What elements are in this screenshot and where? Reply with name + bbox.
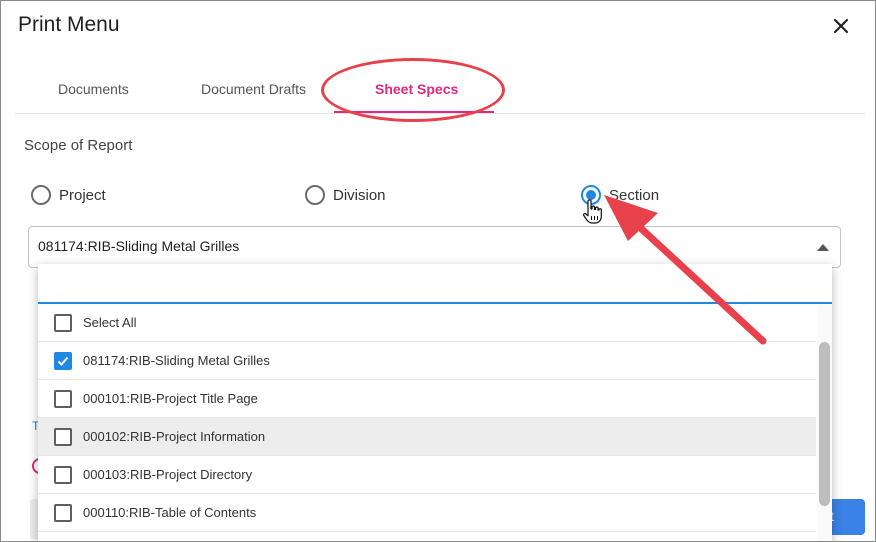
radio-button-icon[interactable] (31, 185, 51, 205)
tab-documents[interactable]: Documents (58, 81, 129, 97)
section-select[interactable]: 081174:RIB-Sliding Metal Grilles (28, 226, 841, 268)
radio-project-label: Project (59, 186, 106, 204)
radio-section-label: Section (609, 186, 660, 204)
list-item-label: 081174:RIB-Sliding Metal Grilles (83, 353, 270, 368)
print-menu-dialog: Print Menu Documents Document Drafts She… (0, 0, 876, 542)
caret-up-icon[interactable] (817, 244, 829, 251)
list-item-label: 000102:RIB-Project Information (83, 429, 266, 444)
section-dropdown-panel: Select All 081174:RIB-Sliding Metal Gril… (38, 264, 832, 541)
checkbox-icon[interactable] (54, 504, 72, 522)
list-item[interactable]: 000110:RIB-Table of Contents (38, 494, 816, 532)
radio-division-label: Division (333, 186, 386, 204)
list-item[interactable]: 000103:RIB-Project Directory (38, 456, 816, 494)
radio-button-icon[interactable] (305, 185, 325, 205)
list-item-label: 000101:RIB-Project Title Page (83, 391, 258, 406)
scope-of-report-label: Scope of Report (24, 137, 133, 154)
checkbox-icon[interactable] (54, 390, 72, 408)
checkbox-icon[interactable] (54, 314, 72, 332)
checkbox-icon[interactable] (54, 428, 72, 446)
hand-pointer-icon (583, 199, 602, 224)
close-button[interactable] (827, 13, 855, 41)
dropdown-search-input[interactable] (38, 266, 832, 304)
annotation-ellipse (321, 58, 505, 122)
checkbox-icon[interactable] (54, 466, 72, 484)
tab-document-drafts[interactable]: Document Drafts (201, 81, 306, 97)
list-item-select-all[interactable]: Select All (38, 304, 816, 342)
list-item-label: 000110:RIB-Table of Contents (83, 505, 257, 520)
list-item[interactable]: 000102:RIB-Project Information (38, 418, 816, 456)
list-item[interactable]: 000101:RIB-Project Title Page (38, 380, 816, 418)
scrollbar-thumb[interactable] (819, 342, 830, 506)
section-select-value: 081174:RIB-Sliding Metal Grilles (38, 238, 240, 254)
dialog-title: Print Menu (18, 13, 120, 36)
radio-division[interactable]: Division (305, 185, 386, 205)
checkbox-checked-icon[interactable] (54, 352, 72, 370)
close-icon[interactable] (827, 13, 855, 41)
dropdown-list: Select All 081174:RIB-Sliding Metal Gril… (38, 304, 816, 532)
list-item-label: 000103:RIB-Project Directory (83, 467, 253, 482)
radio-project[interactable]: Project (31, 185, 106, 205)
list-item[interactable]: 081174:RIB-Sliding Metal Grilles (38, 342, 816, 380)
list-item-label: Select All (83, 315, 137, 330)
